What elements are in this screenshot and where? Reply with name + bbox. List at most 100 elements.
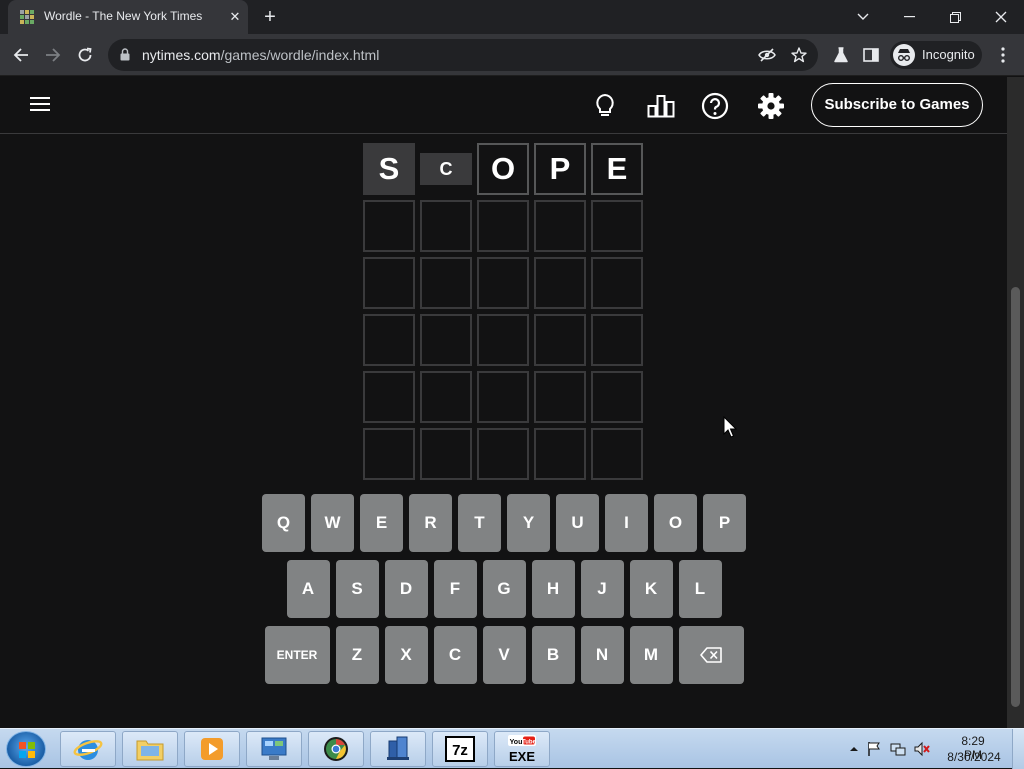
chrome-menu-kebab-icon[interactable] (990, 42, 1016, 68)
lock-icon[interactable] (120, 48, 130, 66)
key-x[interactable]: X (384, 626, 428, 684)
key-u[interactable]: U (556, 494, 599, 552)
key-s[interactable]: S (335, 560, 379, 618)
hint-lightbulb-icon[interactable] (591, 92, 619, 120)
board-tile (534, 371, 586, 423)
key-h[interactable]: H (531, 560, 575, 618)
enter-key[interactable]: ENTER (264, 626, 330, 684)
board-tile (420, 371, 472, 423)
key-k[interactable]: K (629, 560, 673, 618)
backspace-key[interactable] (678, 626, 744, 684)
key-w[interactable]: W (311, 494, 354, 552)
settings-gear-icon[interactable] (757, 92, 785, 120)
board-tile (363, 428, 415, 480)
key-c[interactable]: C (433, 626, 477, 684)
keyboard-row-1: Q W E R T Y U I O P (262, 494, 746, 552)
url-text[interactable]: nytimes.com/games/wordle/index.html (142, 47, 379, 63)
key-r[interactable]: R (409, 494, 452, 552)
incognito-profile-button[interactable]: Incognito (890, 41, 982, 69)
page-scrollbar[interactable] (1007, 77, 1024, 728)
board-tile: C (420, 153, 472, 185)
keyboard-row-2: A S D F G H J K L (262, 560, 746, 618)
svg-text:EXE: EXE (509, 749, 535, 764)
backspace-icon (700, 647, 722, 663)
new-tab-button[interactable]: + (259, 6, 281, 28)
back-arrow-icon[interactable] (8, 42, 34, 68)
key-z[interactable]: Z (335, 626, 379, 684)
board-tile (477, 314, 529, 366)
board-tile: O (477, 143, 529, 195)
help-question-icon[interactable] (701, 92, 729, 120)
side-panel-icon[interactable] (858, 42, 884, 68)
board-row (363, 428, 645, 480)
key-f[interactable]: F (433, 560, 477, 618)
incognito-icon (893, 44, 915, 66)
key-y[interactable]: Y (507, 494, 550, 552)
key-q[interactable]: Q (262, 494, 305, 552)
network-drive-icon[interactable] (370, 731, 426, 767)
tab-search-chevron-icon[interactable] (840, 0, 886, 34)
svg-text:7z: 7z (452, 742, 468, 759)
eye-off-icon[interactable] (758, 46, 776, 64)
scrollbar-thumb[interactable] (1011, 287, 1020, 707)
browser-tab-strip: Wordle - The New York Times ✕ + (0, 0, 1024, 34)
7zip-icon[interactable]: 7z (432, 731, 488, 767)
forward-arrow-icon[interactable] (40, 42, 66, 68)
board-tile (534, 200, 586, 252)
key-d[interactable]: D (384, 560, 428, 618)
file-explorer-icon[interactable] (122, 731, 178, 767)
wordle-header: Subscribe to Games (0, 77, 1007, 134)
youtube-exe-icon[interactable]: You Tube EXE (494, 731, 550, 767)
key-b[interactable]: B (531, 626, 575, 684)
board-tile (591, 371, 643, 423)
key-l[interactable]: L (678, 560, 722, 618)
tab-close-icon[interactable]: ✕ (226, 8, 244, 26)
control-panel-icon[interactable] (246, 731, 302, 767)
action-center-flag-icon[interactable] (866, 741, 882, 757)
volume-muted-icon[interactable] (914, 741, 930, 757)
game-board: S C O P E (363, 143, 645, 485)
key-j[interactable]: J (580, 560, 624, 618)
key-t[interactable]: T (458, 494, 501, 552)
incognito-label: Incognito (922, 47, 975, 62)
key-i[interactable]: I (605, 494, 648, 552)
minimize-button[interactable] (886, 0, 932, 34)
hamburger-menu-icon[interactable] (30, 97, 50, 113)
statistics-icon[interactable] (647, 92, 675, 120)
bookmark-star-icon[interactable] (790, 46, 808, 64)
key-e[interactable]: E (360, 494, 403, 552)
board-row (363, 371, 645, 423)
key-a[interactable]: A (286, 560, 330, 618)
restore-button[interactable] (932, 0, 978, 34)
labs-flask-icon[interactable] (828, 42, 854, 68)
show-desktop-button[interactable] (1012, 729, 1024, 769)
clock-date[interactable]: 8/30/2024 (946, 750, 1002, 764)
close-window-button[interactable] (978, 0, 1024, 34)
board-tile (363, 371, 415, 423)
tab-title: Wordle - The New York Times (44, 9, 203, 23)
key-p[interactable]: P (703, 494, 746, 552)
board-row: S C O P E (363, 143, 645, 195)
start-button[interactable] (6, 731, 46, 767)
board-tile (477, 257, 529, 309)
key-o[interactable]: O (654, 494, 697, 552)
key-g[interactable]: G (482, 560, 526, 618)
windows-logo-icon (19, 742, 35, 758)
browser-tab[interactable]: Wordle - The New York Times ✕ (8, 0, 248, 34)
internet-explorer-icon[interactable] (60, 731, 116, 767)
key-m[interactable]: M (629, 626, 673, 684)
media-player-icon[interactable] (184, 731, 240, 767)
chrome-taskbar-icon[interactable] (308, 731, 364, 767)
key-n[interactable]: N (580, 626, 624, 684)
board-tile (477, 371, 529, 423)
board-row (363, 257, 645, 309)
wordle-favicon-icon (20, 10, 34, 24)
address-bar[interactable]: nytimes.com/games/wordle/index.html (108, 39, 818, 71)
subscribe-to-games-button[interactable]: Subscribe to Games (811, 83, 983, 127)
reload-icon[interactable] (72, 42, 98, 68)
network-icon[interactable] (890, 741, 906, 757)
board-row (363, 314, 645, 366)
svg-text:You: You (510, 739, 523, 746)
key-v[interactable]: V (482, 626, 526, 684)
show-hidden-icons-arrow-icon[interactable] (846, 741, 862, 757)
